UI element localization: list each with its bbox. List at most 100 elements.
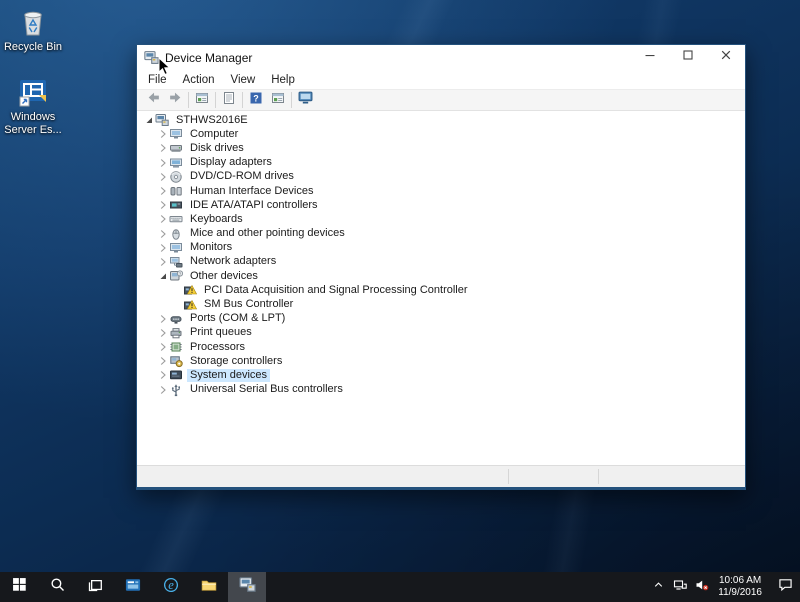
windows-server-icon [17, 76, 49, 108]
menu-file[interactable]: File [140, 72, 175, 88]
tree-item[interactable]: IDE ATA/ATAPI controllers [137, 198, 745, 212]
chevron-collapsed-icon[interactable] [157, 256, 169, 268]
file-explorer-icon [201, 577, 217, 598]
ports-icon [169, 312, 183, 325]
menu-bar: File Action View Help [137, 70, 745, 89]
server-manager-icon [125, 577, 141, 598]
tree-item[interactable]: ? Other devices [137, 269, 745, 283]
tree-item[interactable]: STHWS2016E [137, 113, 745, 127]
tree-item[interactable]: Storage controllers [137, 354, 745, 368]
tree-item[interactable]: Keyboards [137, 212, 745, 226]
chevron-collapsed-icon[interactable] [157, 242, 169, 254]
minimize-icon [643, 48, 657, 67]
chevron-collapsed-icon[interactable] [157, 384, 169, 396]
action-center-icon [778, 577, 793, 597]
taskbar-clock[interactable]: 10:06 AM 11/9/2016 [718, 575, 762, 599]
chevron-collapsed-icon[interactable] [157, 157, 169, 169]
menu-action[interactable]: Action [175, 72, 223, 88]
tree-item[interactable]: Display adapters [137, 156, 745, 170]
back-button[interactable] [142, 90, 164, 110]
search-button[interactable] [38, 572, 76, 602]
chevron-collapsed-icon[interactable] [157, 355, 169, 367]
device-tree: STHWS2016E Computer Disk drives Display ada… [137, 111, 745, 467]
tree-item[interactable]: Universal Serial Bus controllers [137, 383, 745, 397]
tree-item[interactable]: SM Bus Controller [137, 297, 745, 311]
recycle-bin[interactable]: Recycle Bin [0, 6, 66, 54]
help-button[interactable]: ? [245, 90, 267, 110]
statusbar-separator [508, 469, 509, 484]
network-adapter-icon [169, 255, 183, 268]
console-tree-icon [271, 91, 285, 110]
console-window-button[interactable] [267, 90, 289, 110]
toolbar-separator [215, 92, 216, 108]
tree-item[interactable]: Mice and other pointing devices [137, 227, 745, 241]
chevron-collapsed-icon[interactable] [157, 213, 169, 225]
windows-server-shortcut[interactable]: Windows Server Es... [0, 76, 66, 137]
action-center-button[interactable] [770, 572, 800, 602]
tray-expand-button[interactable] [647, 572, 669, 602]
tree-item[interactable]: Human Interface Devices [137, 184, 745, 198]
internet-explorer-button[interactable]: e [152, 572, 190, 602]
start-button[interactable] [0, 572, 38, 602]
chevron-collapsed-icon[interactable] [157, 128, 169, 140]
tree-item-label: Disk drives [190, 141, 244, 154]
chevron-collapsed-icon[interactable] [157, 185, 169, 197]
chevron-collapsed-icon[interactable] [157, 369, 169, 381]
tree-item[interactable]: Monitors [137, 241, 745, 255]
tree-item-label: Display adapters [190, 156, 272, 169]
svg-text:?: ? [179, 272, 182, 278]
chevron-collapsed-icon[interactable] [157, 228, 169, 240]
task-view-button[interactable] [76, 572, 114, 602]
tree-item[interactable]: Print queues [137, 326, 745, 340]
tree-item[interactable]: Computer [137, 127, 745, 141]
print-queue-icon [169, 326, 183, 339]
scan-hardware-button[interactable] [294, 90, 316, 110]
server-manager-button[interactable] [114, 572, 152, 602]
chevron-collapsed-icon[interactable] [157, 327, 169, 339]
chevron-expanded-icon[interactable] [143, 114, 155, 126]
chevron-collapsed-icon[interactable] [157, 171, 169, 183]
device-manager-button[interactable] [228, 572, 266, 602]
tree-item-label: SM Bus Controller [204, 298, 294, 311]
tree-item[interactable]: Ports (COM & LPT) [137, 312, 745, 326]
computer-root-icon [155, 114, 169, 127]
menu-view[interactable]: View [223, 72, 264, 88]
maximize-button[interactable] [669, 45, 707, 70]
chevron-expanded-icon[interactable] [157, 270, 169, 282]
hid-icon [169, 185, 183, 198]
tree-item[interactable]: Disk drives [137, 141, 745, 155]
ide-controller-icon [169, 199, 183, 212]
chevron-collapsed-icon[interactable] [157, 199, 169, 211]
device-manager-taskbar-icon [238, 576, 256, 598]
chevron-collapsed-icon[interactable] [157, 142, 169, 154]
chevron-collapsed-icon[interactable] [157, 341, 169, 353]
device-manager-window: Device Manager File Action View Help ? STHW… [136, 44, 746, 490]
file-explorer-button[interactable] [190, 572, 228, 602]
forward-button[interactable] [164, 90, 186, 110]
desktop-icon-label: Recycle Bin [3, 41, 63, 53]
close-button[interactable] [707, 45, 745, 70]
back-arrow-icon [146, 90, 161, 110]
network-status[interactable] [669, 572, 691, 602]
network-tray-icon [673, 578, 687, 597]
svg-text:?: ? [253, 93, 259, 103]
tree-item[interactable]: DVD/CD-ROM drives [137, 170, 745, 184]
window-title: Device Manager [165, 50, 253, 65]
volume-status[interactable] [691, 572, 713, 602]
tree-item[interactable]: PCI Data Acquisition and Signal Processi… [137, 283, 745, 297]
tree-item[interactable]: Processors [137, 340, 745, 354]
system-device-icon [169, 369, 183, 382]
window-titlebar[interactable]: Device Manager [137, 45, 745, 70]
keyboard-icon [169, 213, 183, 226]
menu-help[interactable]: Help [263, 72, 303, 88]
properties-button[interactable] [218, 90, 240, 110]
minimize-button[interactable] [631, 45, 669, 70]
console-tree-button[interactable] [191, 90, 213, 110]
window-controls [631, 45, 745, 70]
tree-item[interactable]: Network adapters [137, 255, 745, 269]
chevron-collapsed-icon[interactable] [157, 313, 169, 325]
tree-item[interactable]: System devices [137, 368, 745, 382]
svg-text:e: e [168, 578, 174, 592]
console-tree-icon [195, 91, 209, 110]
